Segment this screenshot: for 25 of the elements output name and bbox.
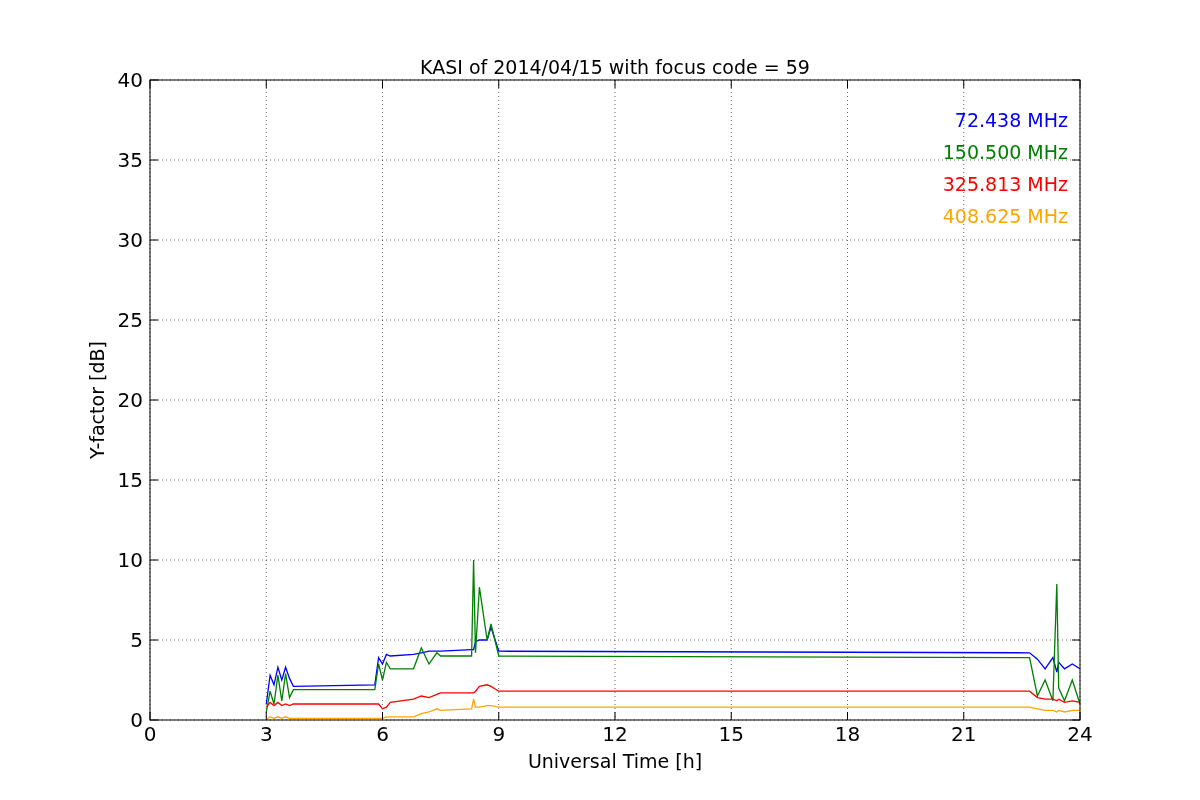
- tick-label: 5: [130, 628, 143, 652]
- tick-label: 0: [143, 722, 157, 746]
- chart-title: KASI of 2014/04/15 with focus code = 59: [420, 56, 810, 78]
- tick-label: 18: [834, 722, 861, 746]
- legend-label: 150.500 MHz: [942, 141, 1068, 163]
- tick-label: 6: [376, 722, 389, 746]
- tick-label: 15: [117, 468, 143, 492]
- tick-label: 10: [117, 548, 143, 572]
- tick-label: 30: [117, 228, 143, 252]
- tick-label: 12: [602, 722, 628, 746]
- tick-label: 35: [117, 148, 143, 172]
- tick-label: 25: [117, 308, 143, 332]
- y-axis-label: Y-factor [dB]: [86, 341, 108, 459]
- tick-label: 0: [130, 708, 143, 732]
- x-axis-label: Universal Time [h]: [527, 750, 703, 772]
- legend-label: 408.625 MHz: [942, 205, 1068, 227]
- tick-label: 24: [1067, 722, 1093, 746]
- tick-label: 9: [492, 722, 506, 746]
- tick-label: 3: [259, 722, 273, 746]
- legend-label: 325.813 MHz: [942, 173, 1068, 195]
- tick-label: 15: [718, 722, 744, 746]
- tick-label: 21: [951, 722, 977, 746]
- tick-label: 40: [117, 68, 143, 92]
- tick-label: 20: [117, 388, 143, 412]
- legend-label: 72.438 MHz: [954, 109, 1068, 131]
